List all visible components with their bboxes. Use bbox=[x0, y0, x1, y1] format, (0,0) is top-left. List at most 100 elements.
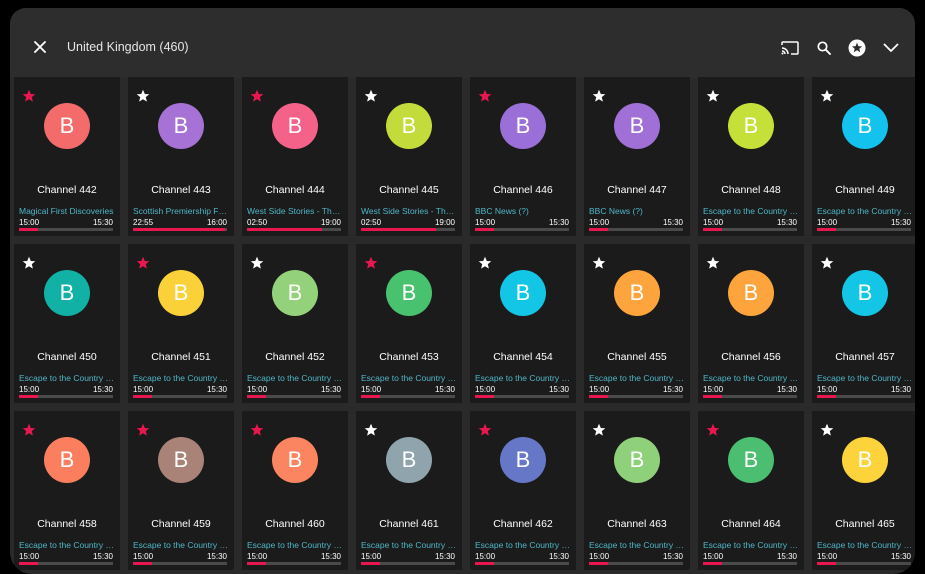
progress-bar-fill bbox=[247, 562, 266, 565]
progress-bar bbox=[475, 228, 569, 231]
channel-card[interactable]: B Channel 453 Escape to the Country (?) 15:… bbox=[356, 244, 462, 403]
channel-card[interactable]: B Channel 452 Escape to the Country (?) 15:… bbox=[242, 244, 348, 403]
channel-logo: B bbox=[386, 103, 432, 149]
favorite-star-icon[interactable] bbox=[592, 256, 606, 270]
progress-bar-fill bbox=[361, 228, 437, 231]
end-time: 15:30 bbox=[434, 385, 455, 394]
end-time: 15:30 bbox=[662, 552, 683, 561]
favorite-star-icon[interactable] bbox=[136, 89, 150, 103]
channel-card[interactable]: B Channel 464 Escape to the Country (?) 15:… bbox=[698, 411, 804, 570]
channel-card[interactable]: B Channel 448 Escape to the Country (?) 15:… bbox=[698, 77, 804, 236]
channel-card[interactable]: B Channel 450 Escape to the Country (?) 15:… bbox=[14, 244, 120, 403]
search-button[interactable] bbox=[812, 36, 836, 60]
end-time: 15:30 bbox=[890, 218, 911, 227]
program-title: Escape to the Country (?) bbox=[19, 540, 115, 550]
favorite-star-icon[interactable] bbox=[22, 89, 36, 103]
channel-card[interactable]: B Channel 465 Escape to the Country (?) 15:… bbox=[812, 411, 915, 570]
progress-bar-fill bbox=[817, 228, 836, 231]
page-title: United Kingdom (460) bbox=[67, 40, 189, 54]
top-app-bar: United Kingdom (460) bbox=[10, 8, 915, 78]
end-time: 15:30 bbox=[662, 385, 683, 394]
progress-bar bbox=[247, 395, 341, 398]
favorite-star-icon[interactable] bbox=[706, 256, 720, 270]
favorites-button[interactable] bbox=[845, 36, 869, 60]
channel-card[interactable]: B Channel 456 Escape to the Country (?) 15:… bbox=[698, 244, 804, 403]
start-time: 15:00 bbox=[817, 552, 838, 561]
expand-button[interactable] bbox=[879, 36, 903, 60]
progress-bar-fill bbox=[133, 562, 152, 565]
channel-card[interactable]: B Channel 459 Escape to the Country (?) 15:… bbox=[128, 411, 234, 570]
channel-card[interactable]: B Channel 460 Escape to the Country (?) 15:… bbox=[242, 411, 348, 570]
favorite-star-icon[interactable] bbox=[364, 89, 378, 103]
favorite-star-icon[interactable] bbox=[478, 423, 492, 437]
start-time: 22:55 bbox=[133, 218, 154, 227]
favorite-star-icon[interactable] bbox=[706, 89, 720, 103]
program-times: 15:00 15:30 bbox=[475, 552, 569, 561]
progress-bar bbox=[589, 562, 683, 565]
favorite-star-icon[interactable] bbox=[706, 423, 720, 437]
channel-name: Channel 452 bbox=[265, 351, 325, 363]
favorite-star-icon[interactable] bbox=[22, 423, 36, 437]
channel-card[interactable]: B Channel 454 Escape to the Country (?) 15:… bbox=[470, 244, 576, 403]
program-title: West Side Stories - The Making bbox=[247, 206, 343, 216]
channel-card[interactable]: B Channel 457 Escape to the Country (?) 15:… bbox=[812, 244, 915, 403]
channel-logo: B bbox=[158, 103, 204, 149]
cast-button[interactable] bbox=[778, 36, 802, 60]
progress-bar-fill bbox=[703, 228, 722, 231]
channel-card[interactable]: B Channel 447 BBC News (?) 15:00 15:30 bbox=[584, 77, 690, 236]
channel-logo: B bbox=[500, 270, 546, 316]
progress-bar bbox=[817, 395, 911, 398]
progress-bar-fill bbox=[247, 228, 323, 231]
favorite-star-icon[interactable] bbox=[820, 256, 834, 270]
favorite-star-icon[interactable] bbox=[478, 89, 492, 103]
channel-card[interactable]: B Channel 443 Scottish Premiership Footbal… bbox=[128, 77, 234, 236]
channel-card[interactable]: B Channel 451 Escape to the Country (?) 15:… bbox=[128, 244, 234, 403]
program-times: 15:00 15:30 bbox=[133, 552, 227, 561]
progress-bar-fill bbox=[703, 395, 722, 398]
favorite-star-icon[interactable] bbox=[250, 423, 264, 437]
start-time: 02:50 bbox=[361, 218, 382, 227]
progress-bar-fill bbox=[133, 228, 226, 231]
favorite-star-icon[interactable] bbox=[22, 256, 36, 270]
channel-card[interactable]: B Channel 445 West Side Stories - The Maki… bbox=[356, 77, 462, 236]
favorite-star-icon[interactable] bbox=[364, 256, 378, 270]
favorite-star-icon[interactable] bbox=[592, 89, 606, 103]
channel-logo: B bbox=[614, 103, 660, 149]
channel-card[interactable]: B Channel 458 Escape to the Country (?) 15:… bbox=[14, 411, 120, 570]
channel-card[interactable]: B Channel 444 West Side Stories - The Maki… bbox=[242, 77, 348, 236]
start-time: 02:50 bbox=[247, 218, 268, 227]
favorite-star-icon[interactable] bbox=[136, 423, 150, 437]
favorite-star-icon[interactable] bbox=[250, 89, 264, 103]
channel-card[interactable]: B Channel 455 Escape to the Country (?) 15:… bbox=[584, 244, 690, 403]
channel-logo: B bbox=[842, 270, 888, 316]
end-time: 15:30 bbox=[548, 218, 569, 227]
program-times: 15:00 15:30 bbox=[817, 385, 911, 394]
favorite-star-icon[interactable] bbox=[364, 423, 378, 437]
favorite-star-icon[interactable] bbox=[820, 89, 834, 103]
channel-name: Channel 457 bbox=[835, 351, 895, 363]
cast-icon bbox=[781, 41, 799, 55]
progress-bar bbox=[247, 228, 341, 231]
channel-card[interactable]: B Channel 442 Magical First Discoveries 15:… bbox=[14, 77, 120, 236]
program-times: 15:00 15:30 bbox=[703, 218, 797, 227]
channel-card[interactable]: B Channel 449 Escape to the Country (?) 15:… bbox=[812, 77, 915, 236]
channel-card[interactable]: B Channel 463 Escape to the Country (?) 15:… bbox=[584, 411, 690, 570]
channel-logo: B bbox=[500, 103, 546, 149]
program-title: Escape to the Country (?) bbox=[589, 373, 685, 383]
favorite-star-icon[interactable] bbox=[592, 423, 606, 437]
channel-name: Channel 459 bbox=[151, 518, 211, 530]
progress-bar bbox=[703, 228, 797, 231]
end-time: 15:30 bbox=[206, 552, 227, 561]
end-time: 15:30 bbox=[776, 552, 797, 561]
end-time: 15:30 bbox=[206, 385, 227, 394]
favorite-star-icon[interactable] bbox=[250, 256, 264, 270]
channel-name: Channel 447 bbox=[607, 184, 667, 196]
favorite-star-icon[interactable] bbox=[820, 423, 834, 437]
favorite-star-icon[interactable] bbox=[478, 256, 492, 270]
favorite-star-icon[interactable] bbox=[136, 256, 150, 270]
program-times: 15:00 15:30 bbox=[475, 385, 569, 394]
channel-card[interactable]: B Channel 462 Escape to the Country (?) 15:… bbox=[470, 411, 576, 570]
close-button[interactable] bbox=[29, 36, 51, 58]
channel-card[interactable]: B Channel 446 BBC News (?) 15:00 15:30 bbox=[470, 77, 576, 236]
channel-card[interactable]: B Channel 461 Escape to the Country (?) 15:… bbox=[356, 411, 462, 570]
